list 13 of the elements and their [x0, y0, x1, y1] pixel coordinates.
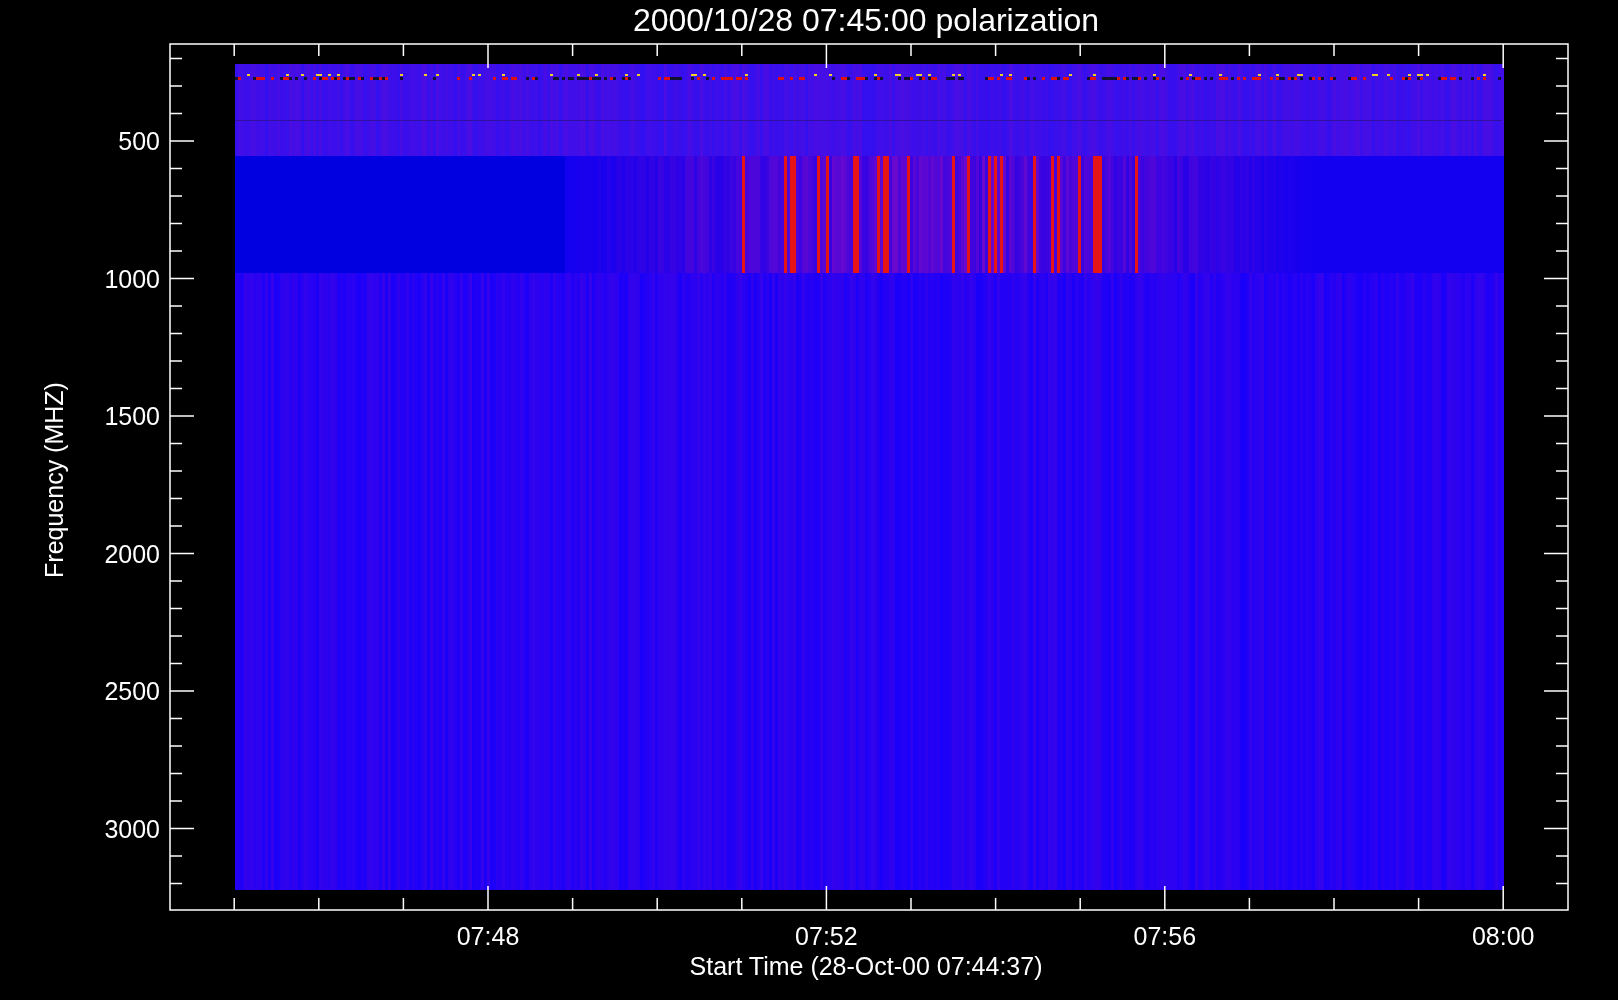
tick-label: 07:48: [456, 922, 520, 950]
tick-label: 500: [118, 127, 160, 155]
tick-label: 2500: [104, 677, 160, 705]
tick-label: 08:00: [1471, 922, 1535, 950]
tick-label: 2000: [104, 539, 160, 568]
tick-label: 3000: [104, 814, 160, 843]
plot-title: 2000/10/28 07:45:00 polarization: [632, 2, 1100, 38]
tick-label: 07:52: [795, 922, 858, 950]
axis-label: Start Time (28-Oct-00 07:44:37): [689, 952, 1043, 980]
tick-label: 07:56: [1133, 922, 1197, 950]
tick-label: 1500: [104, 402, 160, 430]
axis-label: Frequency (MHZ): [40, 382, 68, 578]
tick-label: 1000: [104, 264, 160, 293]
